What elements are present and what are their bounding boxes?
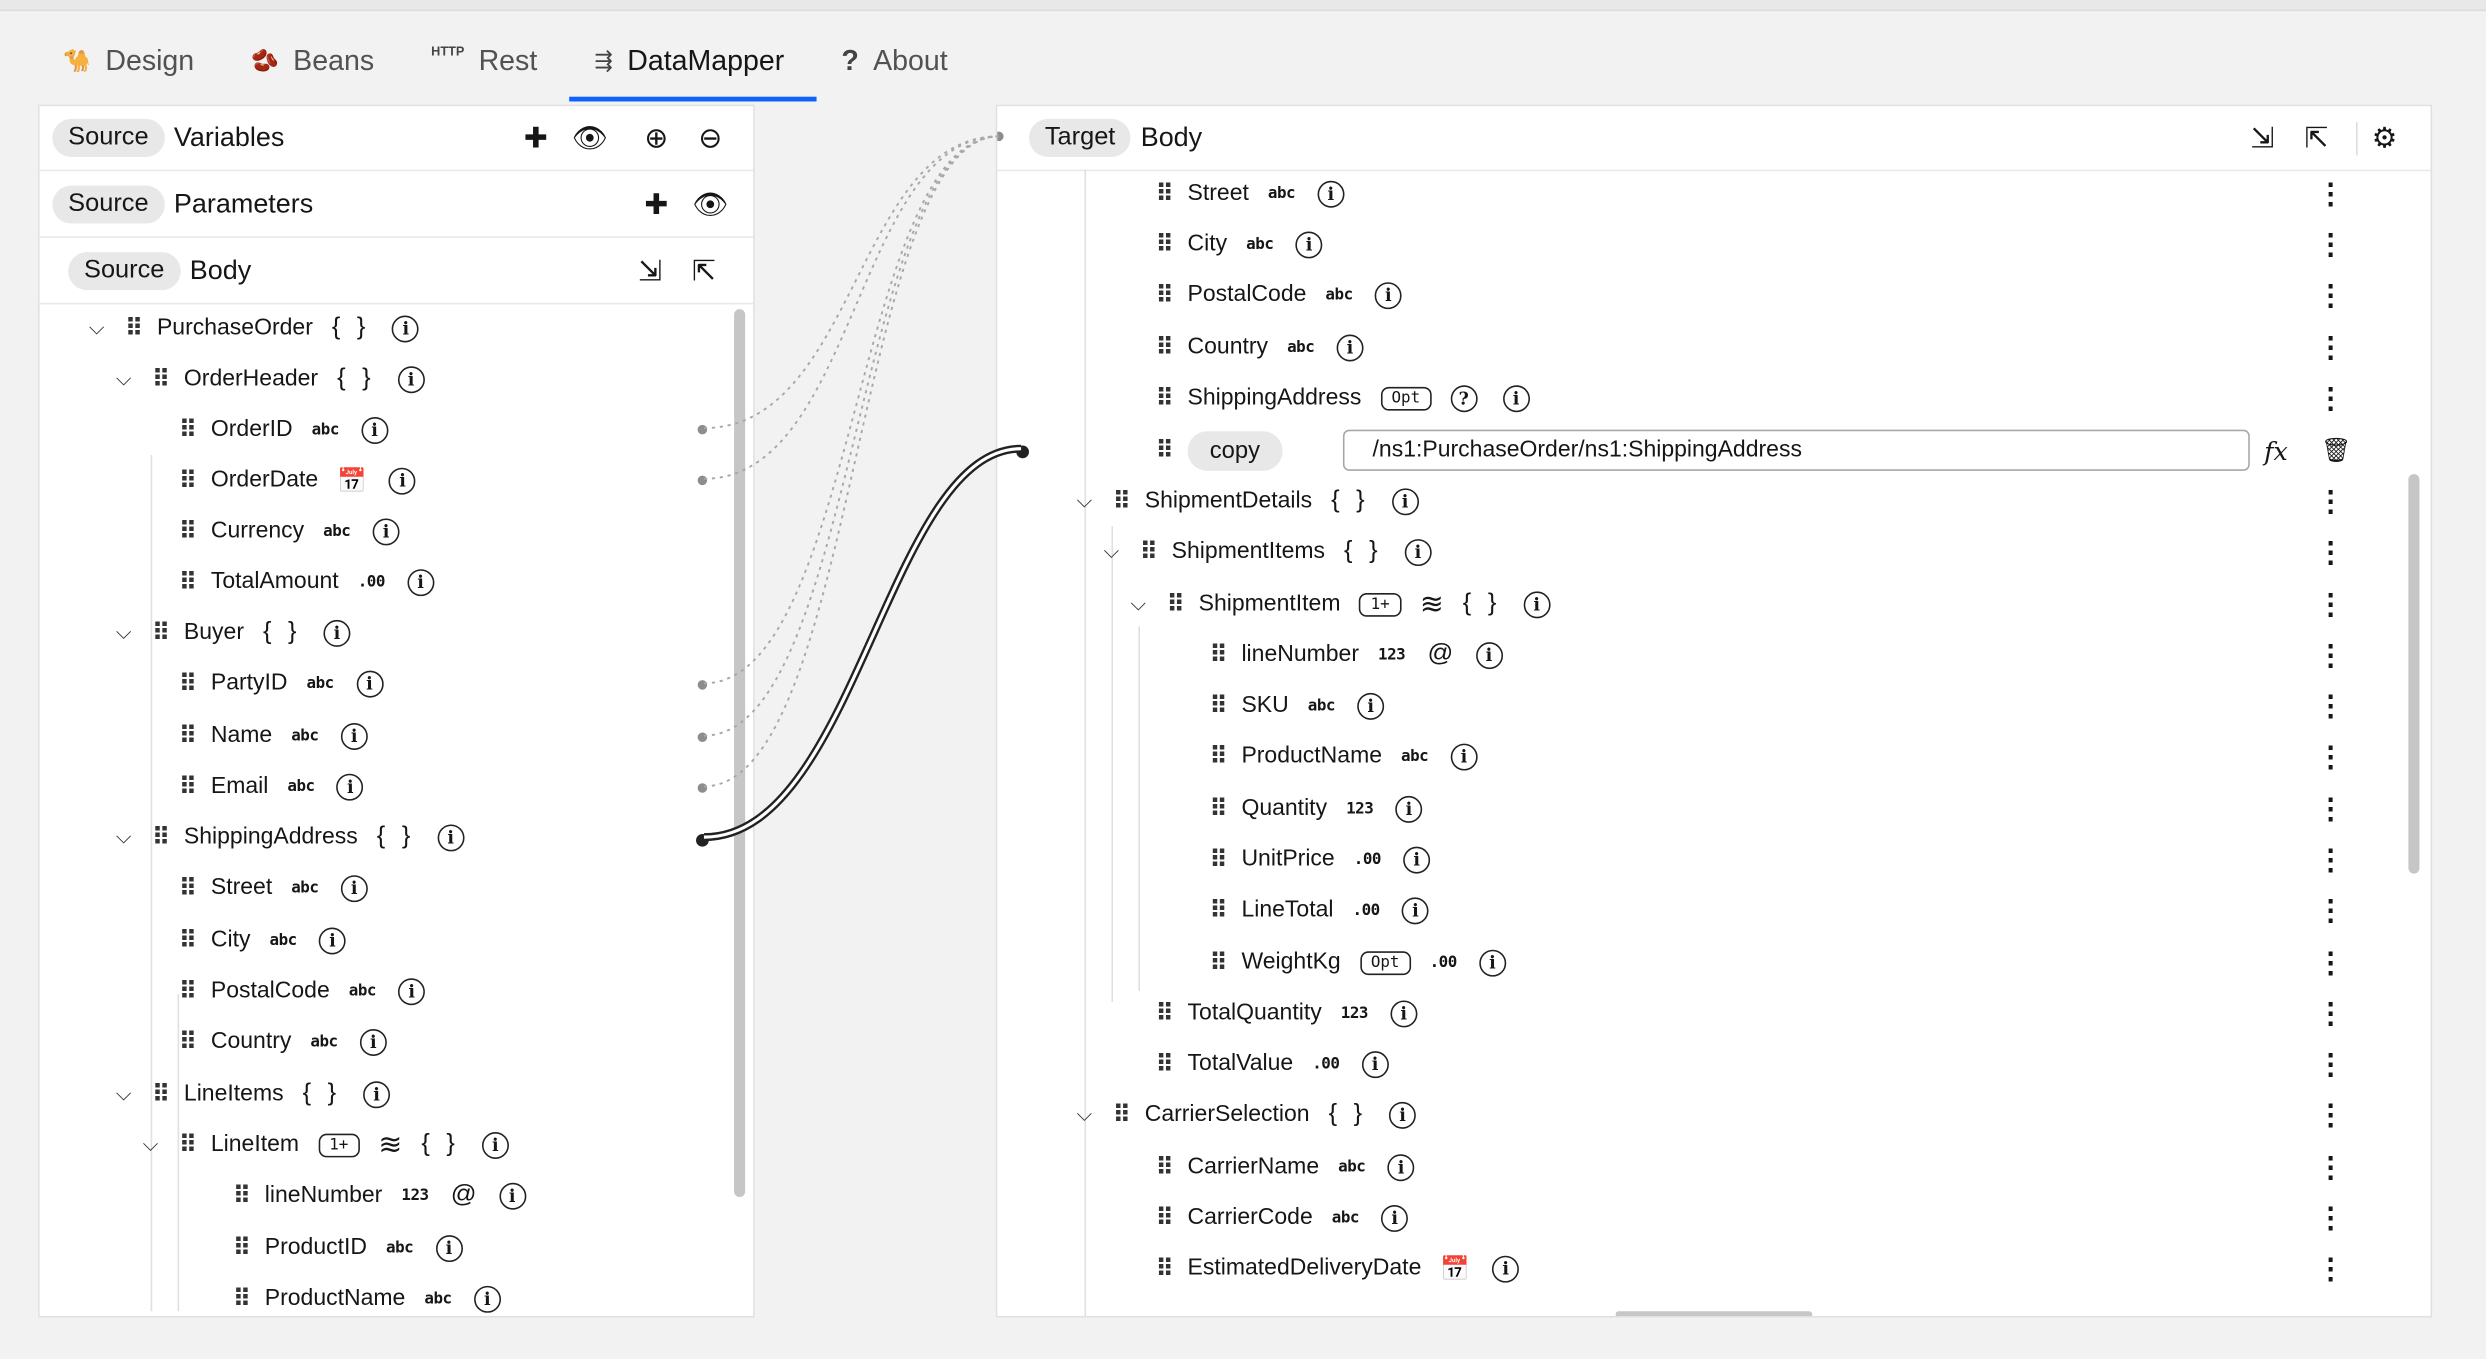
mapping-links [703,135,1022,842]
mapping-link [703,135,999,737]
mapping-link [703,135,999,685]
selected-mapping-link[interactable] [703,444,1022,842]
selected-mapping-link-inner [703,447,1022,839]
mapping-link [703,135,999,480]
mapping-link [703,135,999,430]
